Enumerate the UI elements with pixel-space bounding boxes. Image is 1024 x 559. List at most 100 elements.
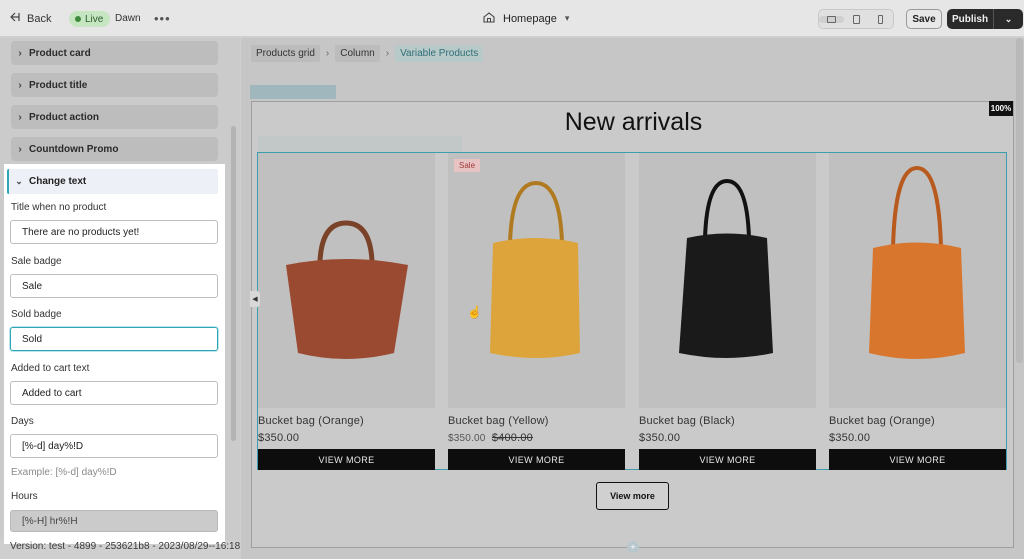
chevron-down-icon[interactable]: ⌄ — [994, 14, 1023, 25]
product-image[interactable]: Sale — [448, 153, 625, 408]
view-more-button[interactable]: VIEW MORE — [258, 449, 435, 470]
price-value: $350.00 — [448, 433, 486, 444]
section-label: Product action — [29, 111, 100, 123]
product-title[interactable]: Bucket bag (Orange) — [258, 415, 364, 427]
bag-image-icon — [679, 178, 773, 358]
field-label: Title when no product — [11, 202, 107, 213]
live-dot-icon — [75, 16, 81, 22]
section-product-action[interactable]: › Product action — [11, 105, 218, 129]
price-value: $350.00 — [258, 432, 300, 444]
back-button[interactable]: Back — [10, 0, 51, 37]
view-more-link[interactable]: View more — [596, 482, 669, 510]
add-section-icon[interactable]: + — [627, 541, 639, 553]
top-bar: Back Live Dawn ••• Homepage ▾ Save Publi… — [0, 0, 1024, 37]
publish-label: Publish — [951, 13, 989, 25]
sold-badge-input[interactable]: Sold — [10, 327, 218, 351]
live-label: Live — [85, 13, 104, 25]
section-countdown-promo[interactable]: › Countdown Promo — [11, 137, 218, 161]
section-label: Countdown Promo — [29, 143, 119, 155]
view-more-button[interactable]: VIEW MORE — [829, 449, 1006, 470]
product-title[interactable]: Bucket bag (Orange) — [829, 415, 935, 427]
more-options-button[interactable]: ••• — [154, 0, 171, 37]
product-price: $350.00 — [639, 432, 680, 444]
chevron-down-icon: ▾ — [564, 13, 570, 23]
change-text-section: ⌄ Change text Title when no product Ther… — [4, 164, 225, 544]
settings-panel: › Product card › Product title › Product… — [0, 38, 240, 544]
home-icon — [483, 11, 495, 26]
panel-scrollbar[interactable] — [231, 126, 236, 441]
product-image[interactable] — [639, 153, 816, 408]
field-label: Hours — [11, 491, 38, 502]
breadcrumb-item[interactable]: Variable Products — [395, 45, 484, 62]
product-card[interactable]: Bucket bag (Black) $350.00 VIEW MORE — [639, 153, 816, 470]
desktop-icon[interactable] — [819, 15, 844, 23]
breadcrumb: Products grid › Column › Variable Produc… — [251, 45, 484, 62]
save-button[interactable]: Save — [906, 9, 942, 29]
view-more-button[interactable]: VIEW MORE — [639, 449, 816, 470]
no-product-title-input[interactable]: There are no products yet! — [10, 220, 218, 244]
placeholder-block — [258, 136, 462, 152]
theme-name: Dawn — [115, 13, 141, 24]
products-grid[interactable]: Bucket bag (Orange) $350.00 VIEW MORE Sa… — [257, 152, 1007, 470]
publish-button[interactable]: Publish ⌄ — [947, 9, 1023, 29]
chevron-right-icon: › — [18, 79, 22, 91]
chevron-right-icon: › — [18, 47, 22, 59]
field-label: Added to cart text — [11, 363, 90, 374]
product-image[interactable] — [258, 153, 435, 408]
section-label: Product title — [29, 79, 88, 91]
section-tag[interactable] — [250, 85, 336, 99]
breadcrumb-item[interactable]: Products grid — [251, 45, 320, 62]
bag-image-icon — [869, 165, 965, 359]
chevron-right-icon: › — [18, 143, 22, 155]
collapse-panel-icon[interactable]: ◀ — [250, 291, 260, 307]
field-label: Days — [11, 416, 34, 427]
section-product-card[interactable]: › Product card — [11, 41, 218, 65]
price-value: $350.00 — [639, 432, 681, 444]
product-title[interactable]: Bucket bag (Yellow) — [448, 415, 549, 427]
product-price: $350.00 — [258, 432, 299, 444]
product-price: $350.00 $400.00 — [448, 432, 533, 444]
version-info: Version: test - 4899 - 253621b8 - 2023/0… — [10, 541, 241, 552]
bag-image-icon — [490, 180, 580, 358]
preview-area: Products grid › Column › Variable Produc… — [241, 38, 1024, 559]
section-canvas[interactable]: New arrivals Bucket bag (Orange) $350.00… — [251, 101, 1014, 548]
section-label: Product card — [29, 47, 91, 59]
section-product-title[interactable]: › Product title — [11, 73, 218, 97]
tablet-icon[interactable] — [844, 14, 869, 24]
product-card[interactable]: Bucket bag (Orange) $350.00 VIEW MORE — [829, 153, 1006, 470]
preview-scrollbar[interactable] — [1016, 38, 1023, 363]
price-value: $350.00 — [829, 432, 871, 444]
product-title[interactable]: Bucket bag (Black) — [639, 415, 735, 427]
compare-price: $400.00 — [491, 432, 533, 444]
section-label: Change text — [29, 176, 87, 187]
back-label: Back — [27, 12, 52, 25]
product-card[interactable]: Bucket bag (Orange) $350.00 VIEW MORE — [258, 153, 435, 470]
hand-cursor-icon: ☝ — [467, 305, 482, 319]
section-heading: New arrivals — [564, 108, 703, 136]
breadcrumb-item[interactable]: Column — [335, 45, 380, 62]
days-hint: Example: [%-d] day%!D — [11, 467, 117, 478]
field-label: Sold badge — [11, 309, 62, 320]
section-change-text-header[interactable]: ⌄ Change text — [7, 169, 218, 194]
device-switcher — [818, 9, 894, 29]
zoom-indicator: 100% — [989, 101, 1013, 116]
page-selector[interactable]: Homepage ▾ — [483, 0, 569, 37]
chevron-right-icon: › — [385, 48, 390, 59]
back-arrow-icon — [10, 12, 22, 25]
mobile-icon[interactable] — [868, 14, 893, 24]
field-label: Sale badge — [11, 256, 62, 267]
chevron-down-icon: ⌄ — [15, 176, 23, 186]
chevron-right-icon: › — [325, 48, 330, 59]
sale-badge-input[interactable]: Sale — [10, 274, 218, 298]
days-input[interactable]: [%-d] day%!D — [10, 434, 218, 458]
view-more-button[interactable]: VIEW MORE — [448, 449, 625, 470]
bag-image-icon — [286, 220, 408, 359]
page-selector-label: Homepage — [503, 12, 557, 25]
chevron-right-icon: › — [18, 111, 22, 123]
live-status-badge: Live — [69, 11, 111, 27]
added-to-cart-input[interactable]: Added to cart — [10, 381, 218, 405]
hours-input[interactable]: [%-H] hr%!H — [10, 510, 218, 532]
sale-badge: Sale — [454, 159, 481, 172]
product-price: $350.00 — [829, 432, 870, 444]
product-image[interactable] — [829, 153, 1006, 408]
